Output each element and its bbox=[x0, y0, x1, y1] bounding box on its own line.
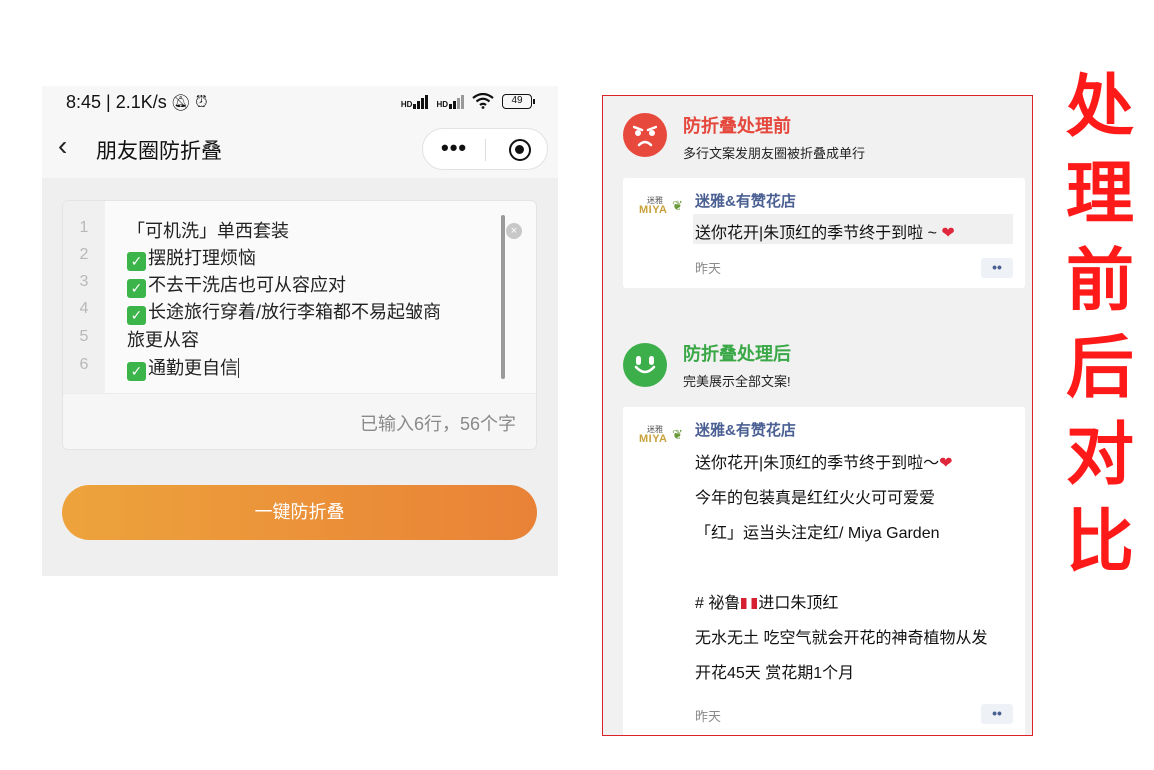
before-title: 防折叠处理前 bbox=[683, 116, 791, 136]
label-char: 理 bbox=[1065, 156, 1134, 232]
label-char: 后 bbox=[1065, 330, 1134, 406]
comparison-label: 处 理 前 后 对 比 bbox=[1058, 64, 1142, 586]
editor-line: ✓ 不去干洗店也可从容应对 bbox=[127, 271, 346, 298]
status-right: HD HD 49 bbox=[401, 93, 535, 109]
editor-line-text: 摆脱打理烦恼 bbox=[148, 248, 256, 268]
post-text-line: 今年的包装真是红红火火可可爱爱 bbox=[695, 490, 936, 507]
line-number: 3 bbox=[79, 273, 89, 290]
line-number: 6 bbox=[79, 356, 89, 373]
before-post-card: 迷雅 MIYA ❦ 迷雅&有赞花店 送你花开|朱顶红的季节终于到啦 ~ ❤ 昨天… bbox=[623, 178, 1025, 288]
line-number: 1 bbox=[79, 219, 89, 236]
post-text: # 祕鲁 进口朱顶红 bbox=[695, 589, 838, 613]
comparison-panel: 防折叠处理前 多行文案发朋友圈被折叠成单行 迷雅 MIYA ❦ 迷雅&有赞花店 … bbox=[602, 95, 1033, 736]
capsule-divider bbox=[485, 139, 486, 161]
post-text: 送你花开|朱顶红的季节终于到啦～❤ bbox=[695, 449, 953, 473]
shop-name[interactable]: 迷雅&有赞花店 bbox=[695, 419, 796, 440]
text-cursor bbox=[238, 358, 239, 378]
line-number: 5 bbox=[79, 328, 89, 345]
status-bar: 8:45 | 2.1K/s 🔕︎ ⏰︎ HD HD 49 bbox=[42, 86, 558, 120]
happy-face-icon bbox=[623, 343, 667, 387]
nav-bar: ‹ 朋友圈防折叠 ••• bbox=[42, 120, 558, 178]
hd-label-2: HD bbox=[436, 100, 448, 109]
before-subtitle: 多行文案发朋友圈被折叠成单行 bbox=[683, 146, 866, 161]
char-count-area: 已输入6行，56个字 bbox=[63, 393, 536, 449]
post-time: 昨天 bbox=[695, 709, 722, 724]
back-arrow-icon[interactable]: ‹ bbox=[58, 132, 67, 160]
shop-logo: 迷雅 MIYA ❦ bbox=[639, 195, 685, 225]
editor-line: ✓ 通勤更自信 bbox=[127, 354, 239, 381]
comment-menu-icon[interactable]: •• bbox=[981, 704, 1013, 724]
editor-line-text: 通勤更自信 bbox=[148, 358, 238, 378]
shop-logo-en: MIYA bbox=[639, 433, 668, 445]
editor-line: 「可机洗」单西套装 bbox=[127, 217, 289, 243]
one-click-fold-button[interactable]: 一键防折叠 bbox=[62, 485, 537, 540]
after-section-header: 防折叠处理后 完美展示全部文案! bbox=[603, 314, 1031, 394]
shop-name[interactable]: 迷雅&有赞花店 bbox=[695, 190, 796, 211]
post-text-line: 送你花开|朱顶红的季节终于到啦 ~ bbox=[695, 225, 942, 242]
peru-flag-icon bbox=[741, 598, 758, 609]
status-time: 8:45 | 2.1K/s bbox=[66, 92, 167, 112]
leaf-icon: ❦ bbox=[672, 427, 683, 442]
post-text-line: 无水无土 吃空气就会开花的神奇植物从发 bbox=[695, 630, 988, 647]
hd-label-1: HD bbox=[400, 100, 413, 109]
check-mark-icon: ✓ bbox=[127, 279, 146, 298]
post-text-line: # 祕鲁 bbox=[695, 595, 741, 612]
phone-screenshot: 8:45 | 2.1K/s 🔕︎ ⏰︎ HD HD 49 ‹ 朋友圈防折叠 ••… bbox=[42, 86, 558, 576]
signal-icon-2: HD bbox=[436, 93, 464, 109]
page-title: 朋友圈防折叠 bbox=[96, 140, 222, 163]
post-text-line: 进口朱顶红 bbox=[758, 595, 839, 612]
post-time: 昨天 bbox=[695, 261, 722, 276]
alarm-icon: ⏰︎ bbox=[195, 93, 208, 111]
before-section-header: 防折叠处理前 多行文案发朋友圈被折叠成单行 bbox=[603, 96, 1031, 176]
editor-line-text: 旅更从容 bbox=[127, 330, 199, 350]
after-subtitle: 完美展示全部文案! bbox=[683, 374, 791, 389]
label-char: 对 bbox=[1065, 417, 1134, 493]
clear-text-icon[interactable]: × bbox=[506, 223, 522, 239]
more-options-icon[interactable]: ••• bbox=[441, 135, 467, 161]
label-char: 处 bbox=[1065, 69, 1134, 145]
post-text-line: 开花45天 赏花期1个月 bbox=[695, 665, 855, 682]
wifi-icon bbox=[472, 93, 494, 109]
line-number: 4 bbox=[79, 300, 89, 317]
battery-icon: 49 bbox=[502, 93, 535, 109]
close-miniprogram-icon[interactable] bbox=[509, 139, 531, 161]
line-number: 2 bbox=[79, 246, 89, 263]
heart-icon: ❤ bbox=[941, 225, 955, 242]
editor-line: ✓ 摆脱打理烦恼 bbox=[127, 244, 256, 271]
post-text-line: 送你花开|朱顶红的季节终于到啦～ bbox=[695, 455, 940, 472]
angry-face-icon bbox=[623, 113, 667, 157]
editor-line-text: 不去干洗店也可从容应对 bbox=[148, 275, 346, 295]
post-text-line: 「红」运当头注定红/ Miya Garden bbox=[695, 525, 940, 542]
post-text: 送你花开|朱顶红的季节终于到啦 ~ ❤ bbox=[695, 219, 955, 243]
text-editor[interactable]: 1 2 3 4 5 6 「可机洗」单西套装 ✓ 摆脱打理烦恼 ✓ 不去干洗店也可从容… bbox=[62, 200, 537, 450]
shop-logo: 迷雅 MIYA ❦ bbox=[639, 424, 685, 454]
signal-icon-1: HD bbox=[401, 93, 429, 109]
check-mark-icon: ✓ bbox=[127, 252, 146, 271]
status-left: 8:45 | 2.1K/s 🔕︎ ⏰︎ bbox=[66, 92, 208, 113]
mute-icon: 🔕︎ bbox=[170, 94, 192, 112]
label-char: 比 bbox=[1065, 504, 1134, 580]
leaf-icon: ❦ bbox=[672, 198, 683, 213]
check-mark-icon: ✓ bbox=[127, 306, 146, 325]
after-post-card: 迷雅 MIYA ❦ 迷雅&有赞花店 送你花开|朱顶红的季节终于到啦～❤ 今年的包… bbox=[623, 407, 1025, 735]
comment-menu-icon[interactable]: •• bbox=[981, 258, 1013, 278]
editor-scrollbar[interactable] bbox=[501, 215, 505, 379]
after-title: 防折叠处理后 bbox=[683, 344, 791, 364]
editor-line: 旅更从容 bbox=[127, 326, 199, 352]
label-char: 前 bbox=[1065, 243, 1134, 319]
editor-line: ✓ 长途旅行穿着/放行李箱都不易起皱商 bbox=[127, 298, 441, 325]
heart-icon: ❤ bbox=[939, 455, 953, 472]
editor-line-text: 「可机洗」单西套装 bbox=[127, 221, 289, 241]
mini-program-capsule: ••• bbox=[422, 128, 548, 170]
shop-logo-en: MIYA bbox=[639, 204, 668, 216]
editor-line-text: 长途旅行穿着/放行李箱都不易起皱商 bbox=[148, 302, 441, 322]
char-count: 已输入6行，56个字 bbox=[359, 414, 516, 434]
check-mark-icon: ✓ bbox=[127, 362, 146, 381]
